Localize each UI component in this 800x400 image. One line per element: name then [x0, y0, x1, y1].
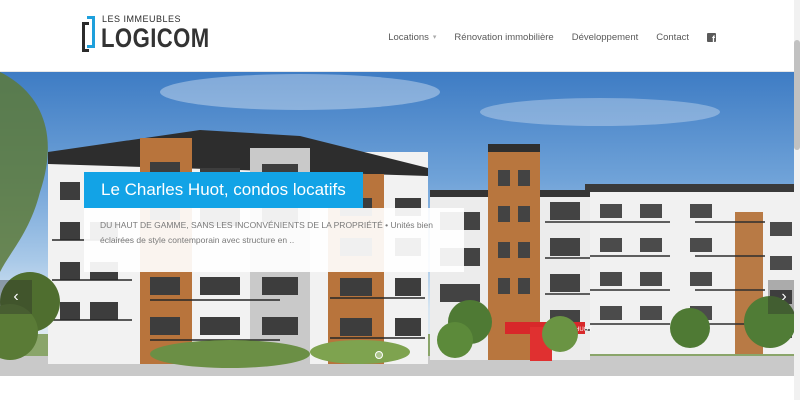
- logo[interactable]: LES IMMEUBLES LOGICOM: [82, 14, 209, 56]
- nav-item-label: Développement: [571, 31, 639, 43]
- logo-mark-icon: [82, 16, 96, 54]
- logo-name: LOGICOM: [101, 23, 210, 53]
- chevron-down-icon: ▾: [432, 34, 437, 41]
- nav-item-contact[interactable]: Contact: [656, 32, 689, 43]
- slider-prev-button[interactable]: ‹: [0, 280, 32, 314]
- nav-item-developpement[interactable]: Développement: [572, 32, 639, 43]
- scrollbar-thumb[interactable]: [794, 40, 800, 150]
- page-below-slider: [0, 376, 800, 400]
- nav-item-renovation[interactable]: Rénovation immobilière: [454, 32, 553, 43]
- slide-caption-title[interactable]: Le Charles Huot, condos locatifs: [84, 172, 363, 208]
- page-scrollbar[interactable]: [794, 0, 800, 400]
- chevron-left-icon: ‹: [13, 288, 19, 305]
- site-header: LES IMMEUBLES LOGICOM Locations ▾ Rénova…: [0, 0, 800, 72]
- nav-item-locations[interactable]: Locations ▾: [388, 32, 436, 43]
- nav-item-label: Locations: [388, 31, 429, 43]
- nav-item-label: Rénovation immobilière: [454, 31, 554, 43]
- slide-caption-text: DU HAUT DE GAMME, SANS LES INCONVÉNIENTS…: [84, 208, 464, 272]
- slider-dot-active[interactable]: [375, 351, 383, 359]
- chevron-right-icon: ›: [781, 288, 787, 305]
- facebook-icon[interactable]: [707, 32, 716, 44]
- nav-item-label: Contact: [656, 31, 689, 43]
- main-nav: Locations ▾ Rénovation immobilière Dével…: [370, 30, 716, 44]
